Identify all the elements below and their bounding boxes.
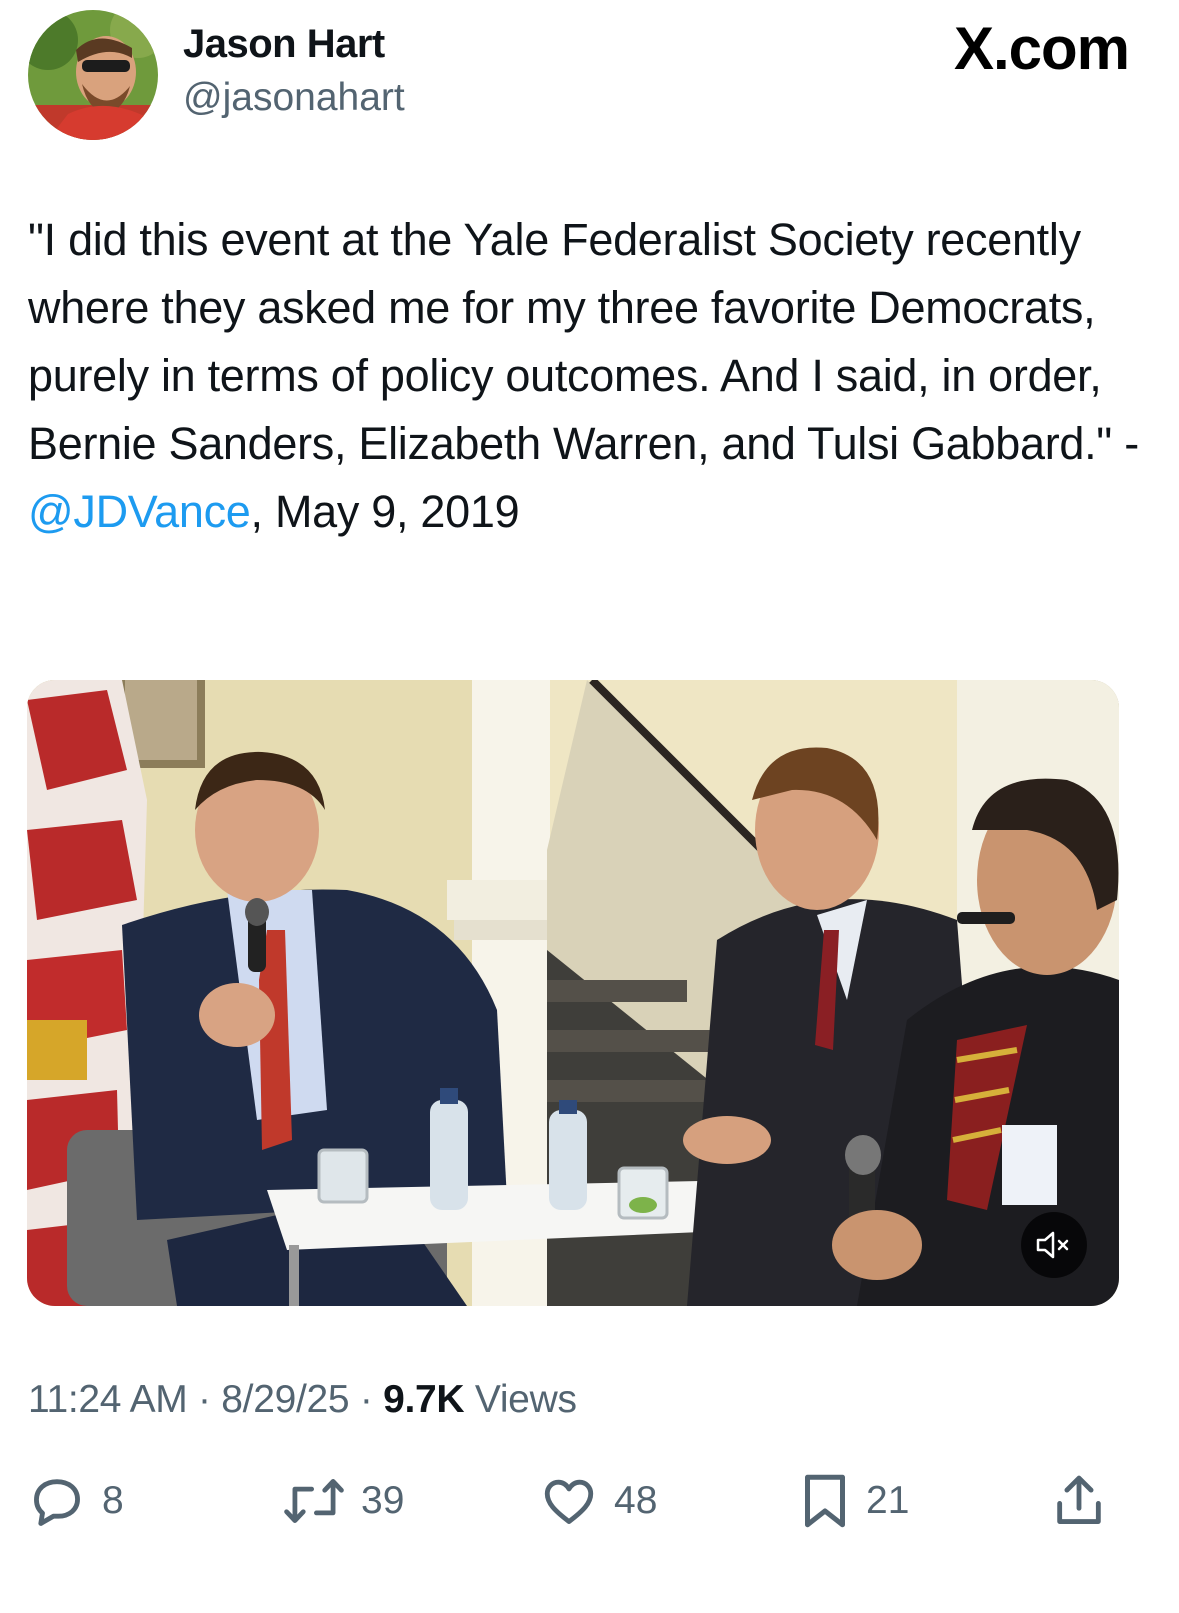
tweet-action-bar: 8 39 48 21 — [0, 1465, 1179, 1545]
reply-button[interactable]: 8 — [28, 1465, 124, 1537]
tweet-text-body: "I did this event at the Yale Federalist… — [28, 214, 1139, 469]
repost-button[interactable]: 39 — [283, 1465, 404, 1537]
reply-count: 8 — [102, 1479, 124, 1522]
tweet-date[interactable]: 8/29/25 — [221, 1378, 349, 1421]
speaker-muted-icon — [1036, 1231, 1069, 1259]
share-button[interactable] — [1050, 1465, 1108, 1537]
tweet-text-date: , May 9, 2019 — [250, 486, 520, 537]
bookmark-icon — [805, 1474, 845, 1528]
reply-icon — [34, 1479, 80, 1526]
author-avatar[interactable] — [28, 10, 158, 140]
like-count: 48 — [614, 1479, 658, 1522]
share-icon — [1057, 1475, 1101, 1524]
user-avatar-photo — [28, 10, 158, 140]
repost-icon — [284, 1479, 344, 1523]
meta-separator: · — [198, 1378, 211, 1421]
video-player[interactable] — [27, 680, 1119, 1306]
tweet-time[interactable]: 11:24 AM — [28, 1378, 188, 1421]
bookmark-button[interactable]: 21 — [800, 1465, 909, 1537]
tweet-metadata: 11:24 AM · 8/29/25 · 9.7K Views — [28, 1378, 577, 1422]
views-label[interactable]: Views — [475, 1378, 577, 1421]
tweet-header: Jason Hart @jasonahart X.com — [0, 0, 1179, 160]
author-display-name[interactable]: Jason Hart — [183, 22, 385, 67]
repost-count: 39 — [361, 1479, 405, 1522]
tweet-text: "I did this event at the Yale Federalist… — [28, 206, 1148, 546]
video-frame — [27, 680, 1119, 1306]
site-watermark: X.com — [953, 15, 1130, 82]
mention-link[interactable]: @JDVance — [28, 486, 251, 537]
like-button[interactable]: 48 — [540, 1465, 657, 1537]
heart-icon — [544, 1479, 594, 1524]
meta-separator: · — [359, 1378, 373, 1421]
views-count[interactable]: 9.7K — [383, 1378, 464, 1421]
author-handle[interactable]: @jasonahart — [183, 76, 405, 120]
mute-button[interactable] — [1021, 1212, 1087, 1278]
bookmark-count: 21 — [866, 1479, 910, 1522]
